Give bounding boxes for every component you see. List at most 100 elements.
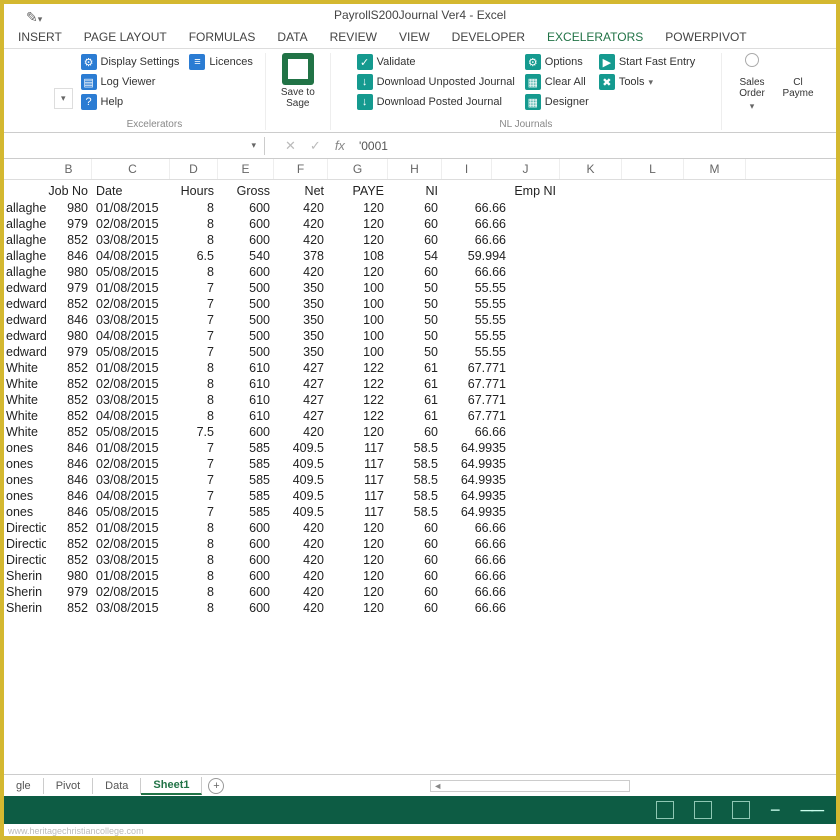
cell[interactable]: 03/08/2015 xyxy=(92,312,170,328)
cell[interactable]: 846 xyxy=(46,440,92,456)
cell[interactable]: 64.9935 xyxy=(442,440,510,456)
cell[interactable]: 66.66 xyxy=(442,536,510,552)
cell[interactable]: Sherin xyxy=(4,600,46,616)
cell[interactable]: 60 xyxy=(388,520,442,536)
cell[interactable]: 585 xyxy=(218,440,274,456)
cell[interactable]: 122 xyxy=(328,360,388,376)
cell[interactable]: 585 xyxy=(218,504,274,520)
cell[interactable]: 67.771 xyxy=(442,408,510,424)
cell[interactable]: 8 xyxy=(170,264,218,280)
cell[interactable]: 980 xyxy=(46,328,92,344)
col-header[interactable]: E xyxy=(218,159,274,179)
table-row[interactable]: edward98004/08/201575003501005055.55 xyxy=(4,328,836,344)
cell[interactable]: 54 xyxy=(388,248,442,264)
cell[interactable]: 66.66 xyxy=(442,520,510,536)
cell[interactable]: 500 xyxy=(218,328,274,344)
zoom-out-icon[interactable]: − xyxy=(770,800,781,821)
table-row[interactable]: Direction85203/08/201586004201206066.66 xyxy=(4,552,836,568)
cell[interactable]: White xyxy=(4,376,46,392)
cell[interactable]: 852 xyxy=(46,424,92,440)
cell[interactable]: 420 xyxy=(274,552,328,568)
cell[interactable]: 427 xyxy=(274,408,328,424)
cell[interactable]: 61 xyxy=(388,392,442,408)
cell[interactable]: 100 xyxy=(328,344,388,360)
col-header[interactable]: D xyxy=(170,159,218,179)
cell[interactable]: 100 xyxy=(328,296,388,312)
cell[interactable]: allagher xyxy=(4,200,46,216)
cell[interactable]: 420 xyxy=(274,536,328,552)
cell[interactable]: 420 xyxy=(274,424,328,440)
col-header[interactable]: M xyxy=(684,159,746,179)
cell[interactable]: 8 xyxy=(170,232,218,248)
cell[interactable]: 852 xyxy=(46,296,92,312)
cell[interactable]: 7 xyxy=(170,504,218,520)
cell[interactable]: 120 xyxy=(328,200,388,216)
cell[interactable]: 846 xyxy=(46,312,92,328)
sheet-tab-pivot[interactable]: Pivot xyxy=(44,778,93,794)
table-row[interactable]: allagher97902/08/201586004201206066.66 xyxy=(4,216,836,232)
cell[interactable]: 420 xyxy=(274,584,328,600)
cell[interactable]: 7 xyxy=(170,488,218,504)
cell[interactable]: 60 xyxy=(388,536,442,552)
zoom-slider[interactable]: ── xyxy=(800,800,822,821)
formula-input[interactable]: '0001 xyxy=(359,139,388,153)
cell[interactable]: 04/08/2015 xyxy=(92,488,170,504)
cell[interactable]: 120 xyxy=(328,424,388,440)
clear-all-button[interactable]: ▦Clear All xyxy=(523,73,591,91)
cell[interactable]: 59.994 xyxy=(442,248,510,264)
cell[interactable]: 600 xyxy=(218,200,274,216)
cell[interactable]: 500 xyxy=(218,312,274,328)
table-row[interactable]: edward84603/08/201575003501005055.55 xyxy=(4,312,836,328)
download-unposted-button[interactable]: ↓Download Unposted Journal xyxy=(355,73,517,91)
cell[interactable]: 04/08/2015 xyxy=(92,248,170,264)
cell[interactable]: 60 xyxy=(388,200,442,216)
cell[interactable]: 852 xyxy=(46,408,92,424)
cell[interactable]: 420 xyxy=(274,264,328,280)
cell[interactable]: 979 xyxy=(46,216,92,232)
cell[interactable]: 01/08/2015 xyxy=(92,360,170,376)
cell[interactable]: 64.9935 xyxy=(442,504,510,520)
cell[interactable]: 66.66 xyxy=(442,600,510,616)
col-header[interactable]: G xyxy=(328,159,388,179)
menu-tab-excelerators[interactable]: EXCELERATORS xyxy=(547,30,643,44)
cell[interactable]: 610 xyxy=(218,376,274,392)
add-sheet-button[interactable]: + xyxy=(208,778,224,794)
cell[interactable]: 66.66 xyxy=(442,424,510,440)
cell[interactable]: ones xyxy=(4,440,46,456)
cell[interactable]: 02/08/2015 xyxy=(92,456,170,472)
sales-order-button[interactable]: Sales Order ▾ xyxy=(732,53,772,112)
dropdown-icon[interactable]: ▾ xyxy=(54,88,73,109)
cell[interactable]: 852 xyxy=(46,232,92,248)
cell[interactable]: 852 xyxy=(46,360,92,376)
cell[interactable]: 8 xyxy=(170,216,218,232)
cell[interactable]: 600 xyxy=(218,552,274,568)
col-header[interactable]: B xyxy=(46,159,92,179)
table-row[interactable]: White85201/08/201586104271226167.771 xyxy=(4,360,836,376)
menu-tab-formulas[interactable]: FORMULAS xyxy=(189,30,256,44)
cell[interactable]: 03/08/2015 xyxy=(92,472,170,488)
cell[interactable]: 58.5 xyxy=(388,504,442,520)
table-row[interactable]: allagher98001/08/201586004201206066.66 xyxy=(4,200,836,216)
cell[interactable]: 01/08/2015 xyxy=(92,280,170,296)
cell[interactable]: 852 xyxy=(46,600,92,616)
cell[interactable]: 7 xyxy=(170,472,218,488)
table-row[interactable]: ones84604/08/20157585409.511758.564.9935 xyxy=(4,488,836,504)
cell[interactable]: 7 xyxy=(170,280,218,296)
cell[interactable]: 120 xyxy=(328,232,388,248)
cell[interactable]: 120 xyxy=(328,552,388,568)
cell[interactable]: 852 xyxy=(46,552,92,568)
cell[interactable]: 350 xyxy=(274,296,328,312)
cell[interactable]: edward xyxy=(4,296,46,312)
cell[interactable]: 100 xyxy=(328,328,388,344)
page-layout-icon[interactable] xyxy=(694,801,712,819)
table-row[interactable]: Direction85201/08/201586004201206066.66 xyxy=(4,520,836,536)
log-viewer-button[interactable]: ▤Log Viewer xyxy=(79,73,182,91)
cell[interactable]: ones xyxy=(4,456,46,472)
cell[interactable]: 350 xyxy=(274,328,328,344)
cell[interactable]: 846 xyxy=(46,472,92,488)
save-to-sage-button[interactable]: Save to Sage xyxy=(276,53,320,109)
cell[interactable]: Sherin xyxy=(4,584,46,600)
display-settings-button[interactable]: ⚙Display Settings xyxy=(79,53,182,71)
cell[interactable]: 55.55 xyxy=(442,296,510,312)
cell[interactable]: 852 xyxy=(46,536,92,552)
